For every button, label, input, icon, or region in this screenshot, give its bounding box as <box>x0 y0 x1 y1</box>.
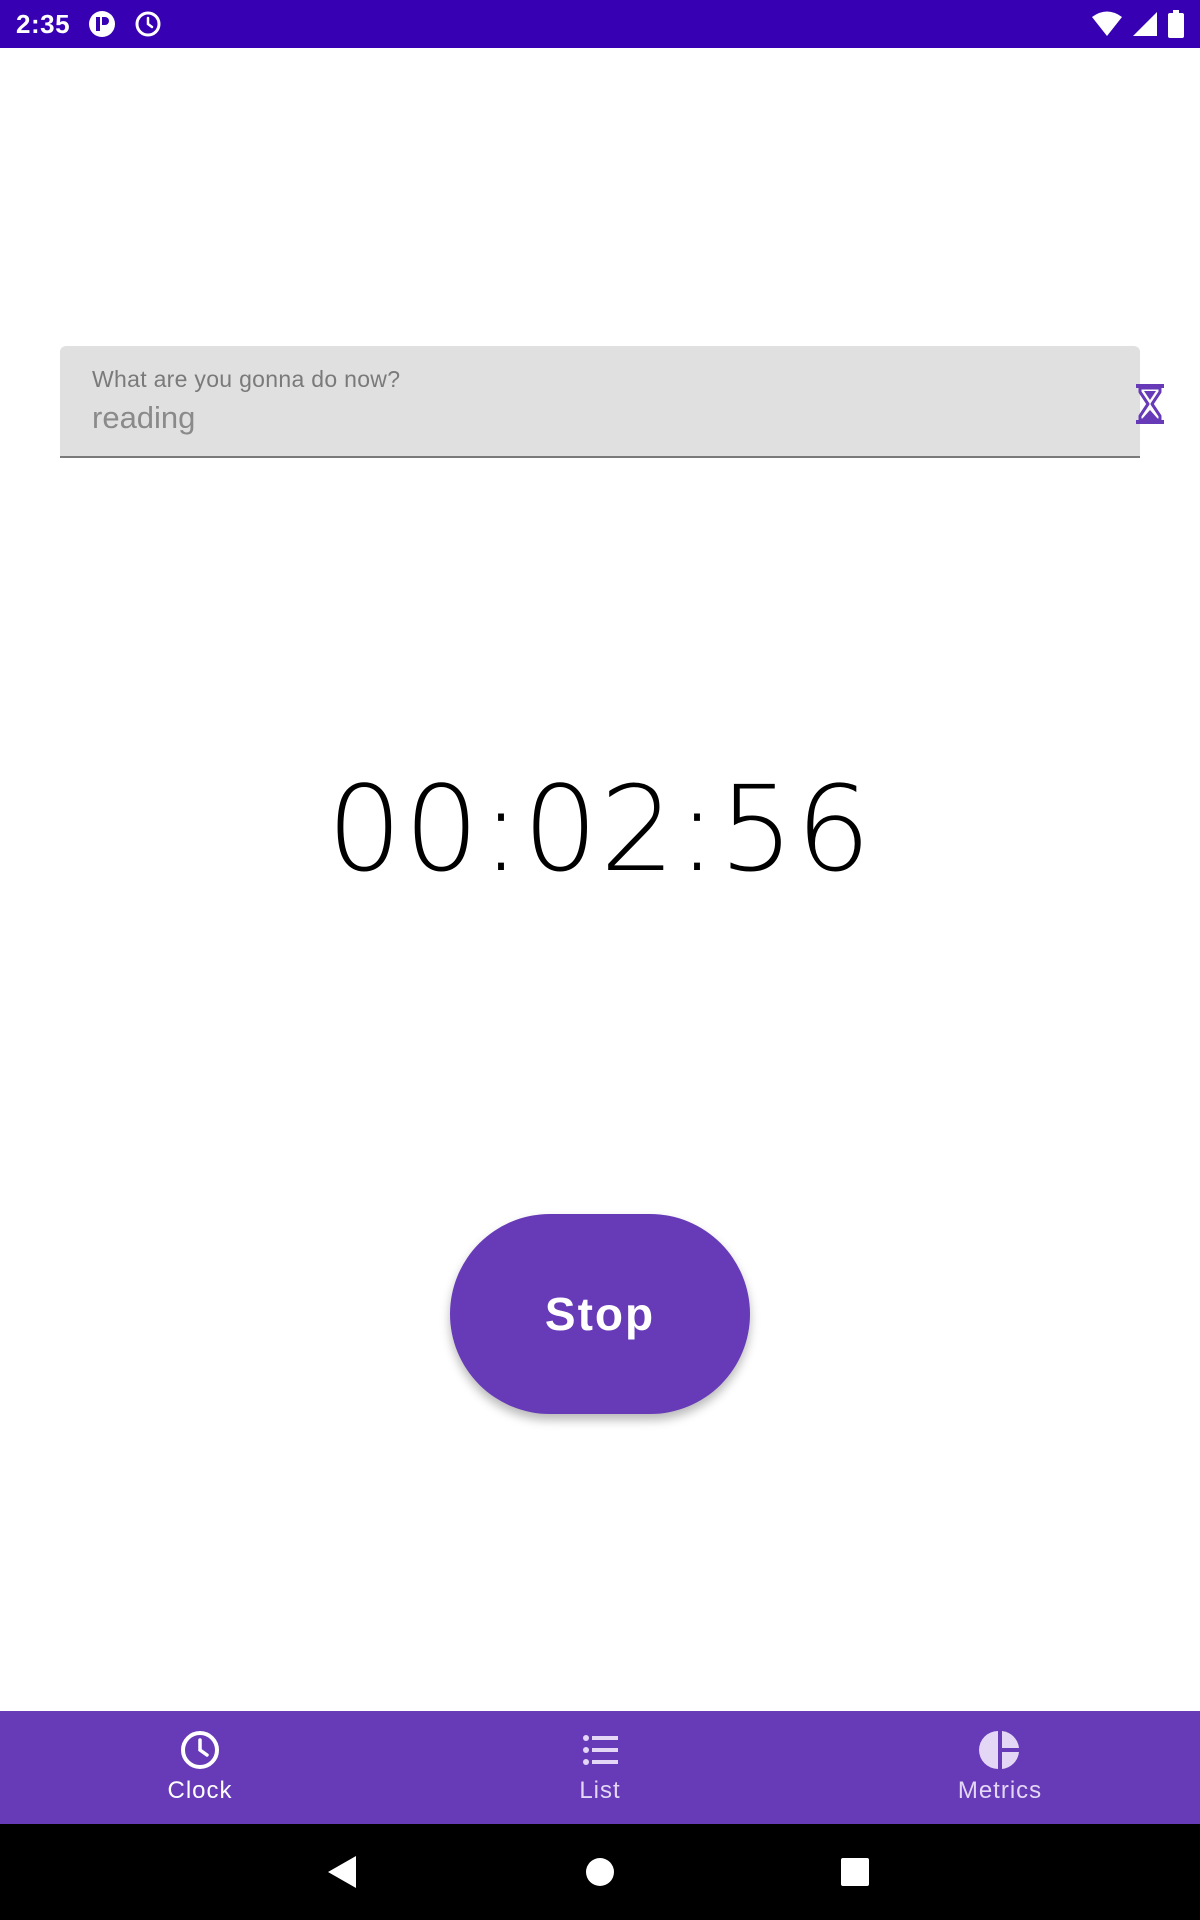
nav-label-clock: Clock <box>167 1777 233 1804</box>
signal-icon <box>1132 11 1158 37</box>
nav-item-metrics[interactable]: Metrics <box>800 1711 1200 1824</box>
home-icon[interactable] <box>582 1824 618 1920</box>
task-field[interactable]: What are you gonna do now? <box>60 346 1164 458</box>
task-input[interactable] <box>92 396 1012 440</box>
system-nav-bar <box>0 1824 1200 1920</box>
timer-display: 00:02:56 <box>327 760 873 898</box>
status-right <box>1092 10 1184 38</box>
alarm-icon <box>134 10 162 38</box>
hourglass-icon[interactable] <box>1134 382 1166 431</box>
clock-icon <box>179 1729 221 1771</box>
list-icon <box>579 1729 621 1771</box>
nav-label-metrics: Metrics <box>957 1777 1043 1804</box>
back-icon[interactable] <box>320 1824 364 1920</box>
status-left: 2:35 <box>16 9 162 40</box>
nav-item-clock[interactable]: Clock <box>0 1711 400 1824</box>
recents-icon[interactable] <box>838 1824 872 1920</box>
status-time: 2:35 <box>16 8 71 39</box>
pie-chart-icon <box>979 1729 1021 1771</box>
nav-label-list: List <box>579 1777 621 1804</box>
status-bar: 2:35 <box>0 0 1200 48</box>
battery-icon <box>1168 10 1184 38</box>
wifi-icon <box>1092 11 1122 37</box>
stop-button[interactable]: Stop <box>450 1214 750 1414</box>
bottom-nav: Clock List Metrics <box>0 1711 1200 1824</box>
nav-item-list[interactable]: List <box>400 1711 800 1824</box>
task-field-label: What are you gonna do now? <box>92 366 401 392</box>
app-notification-icon <box>88 10 116 38</box>
